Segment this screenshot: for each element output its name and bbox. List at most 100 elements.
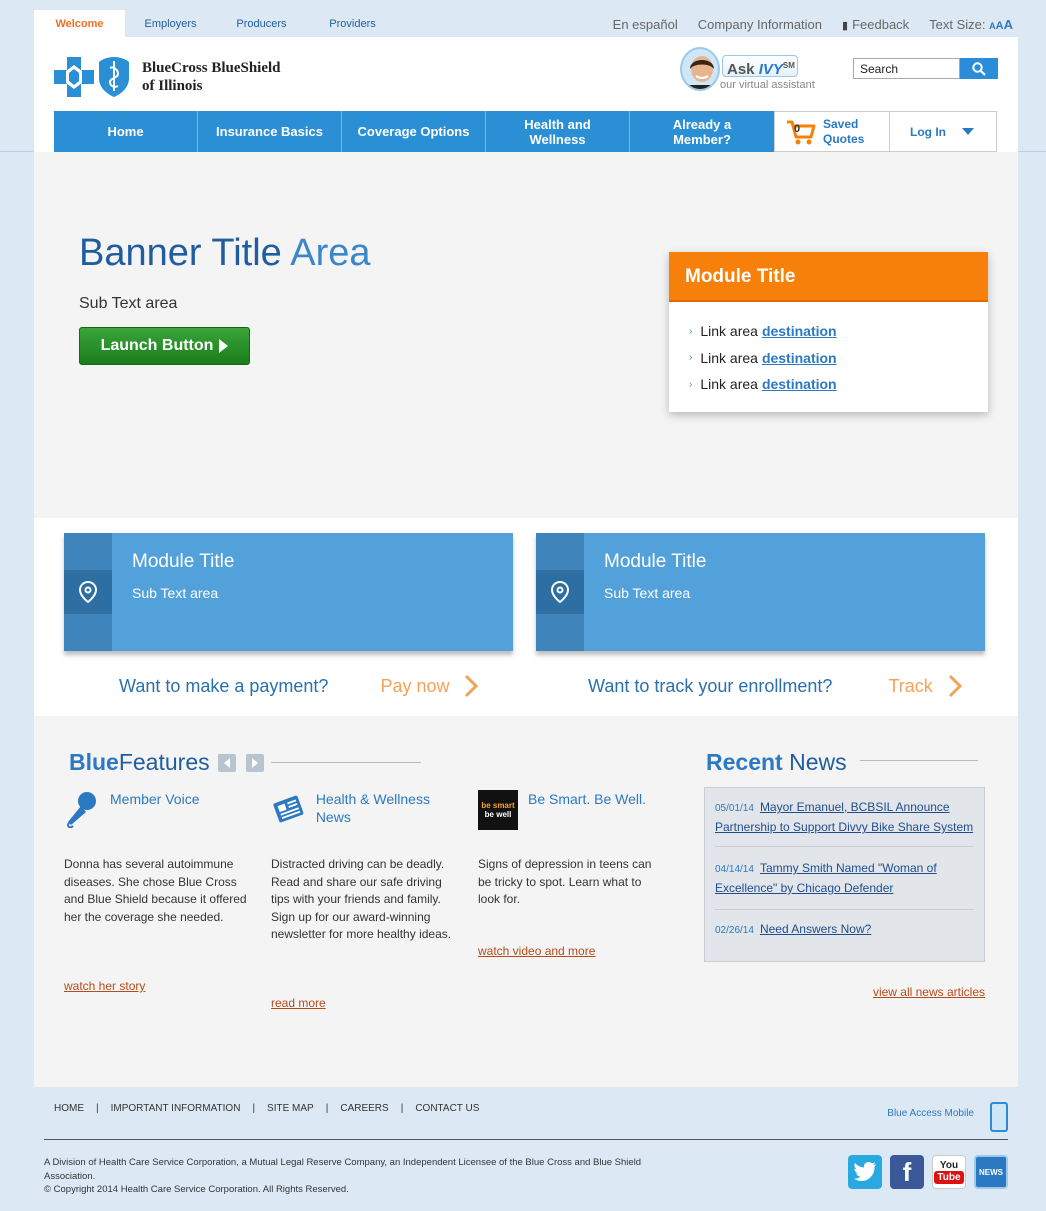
payment-cta: Want to make a payment? Pay now	[119, 674, 481, 698]
nav-already-a-member[interactable]: Already a Member?	[630, 111, 774, 152]
microphone-icon	[66, 792, 96, 828]
legal-text: A Division of Health Care Service Corpor…	[44, 1156, 684, 1197]
feature-item: Member Voice Donna has several autoimmun…	[64, 790, 249, 993]
chevron-right-icon	[465, 674, 479, 698]
pay-now-link[interactable]: Pay now	[380, 674, 481, 698]
payment-question: Want to make a payment?	[119, 675, 329, 696]
watch-video-link[interactable]: watch video and more	[478, 944, 595, 958]
nav-health-and-wellness[interactable]: Health and Wellness	[486, 111, 630, 152]
chevron-right-icon: ›	[689, 325, 693, 337]
tab-providers[interactable]: Providers	[307, 10, 398, 37]
feature-header: be smart be well Be Smart. Be Well.	[478, 790, 663, 830]
features-heading-rest: Features	[118, 749, 210, 775]
ivy-ask-label: Ask	[727, 61, 755, 78]
nav-coverage-options[interactable]: Coverage Options	[342, 111, 486, 152]
twitter-icon[interactable]	[848, 1155, 882, 1189]
news-link[interactable]: Need Answers Now?	[760, 922, 871, 936]
tab-producers[interactable]: Producers	[216, 10, 307, 37]
track-link[interactable]: Track	[888, 674, 964, 698]
chevron-down-icon	[962, 128, 974, 135]
logo-line-2: of Illinois	[142, 78, 203, 94]
ivy-name: IVY	[758, 61, 783, 78]
features-heading: Blue Features	[69, 749, 264, 776]
ivy-bubble: Ask IVYSM	[722, 55, 798, 78]
footer-separator: |	[252, 1103, 256, 1114]
search-icon	[972, 61, 986, 76]
features-next-button[interactable]	[245, 753, 264, 772]
view-all-news-link[interactable]: view all news articles	[873, 985, 985, 999]
feature-body: Distracted driving can be deadly. Read a…	[271, 857, 452, 941]
main-nav: Home Insurance Basics Coverage Options H…	[54, 111, 997, 152]
footer-link-home[interactable]: HOME	[54, 1103, 84, 1114]
legal-line-2: © Copyright 2014 Health Care Service Cor…	[44, 1184, 349, 1195]
legal-line-1: A Division of Health Care Service Corpor…	[44, 1157, 642, 1182]
module-link-destination[interactable]: destination	[762, 350, 837, 366]
features-divider	[271, 762, 421, 763]
text-size-medium[interactable]: A	[996, 20, 1004, 32]
module-link-destination[interactable]: destination	[762, 376, 837, 392]
facebook-icon[interactable]: f	[890, 1155, 924, 1189]
module-link-text: Link area	[700, 323, 758, 340]
news-divider	[860, 760, 978, 761]
tab-welcome[interactable]: Welcome	[34, 10, 125, 37]
feature-body: Signs of depression in teens can be tric…	[478, 857, 652, 906]
tab-employers[interactable]: Employers	[125, 10, 216, 37]
company-info-link[interactable]: Company Information	[698, 17, 822, 32]
features-heading-bold: Blue	[69, 749, 119, 775]
footer-link-careers[interactable]: CAREERS	[340, 1103, 388, 1114]
read-more-link[interactable]: read more	[271, 996, 326, 1010]
module-link-text: Link area	[700, 376, 758, 393]
news-date: 04/14/14	[715, 864, 754, 875]
nav-home[interactable]: Home	[54, 111, 198, 152]
location-pin-icon	[64, 570, 112, 614]
blue-shield-icon	[99, 57, 129, 97]
feature-item: be smart be well Be Smart. Be Well. Signs…	[478, 790, 663, 958]
module-link-item: › Link area destination	[689, 318, 988, 345]
footer-link-contact-us[interactable]: CONTACT US	[415, 1103, 479, 1114]
text-size-label: Text Size:	[929, 17, 986, 32]
enrollment-question: Want to track your enrollment?	[588, 675, 833, 696]
module-link-destination[interactable]: destination	[762, 323, 837, 339]
launch-button[interactable]: Launch Button	[79, 327, 250, 365]
module-title: Module Title	[132, 551, 235, 572]
blue-access-mobile-link[interactable]: Blue Access Mobile	[887, 1108, 974, 1119]
nav-insurance-basics[interactable]: Insurance Basics	[198, 111, 342, 152]
saved-quotes-button[interactable]: 0 Saved Quotes	[774, 111, 890, 152]
login-dropdown[interactable]: Log In	[890, 111, 997, 152]
module-card: Module Title › Link area destination › Link…	[669, 252, 988, 412]
news-icon[interactable]: NEWS	[974, 1155, 1008, 1189]
espanol-link[interactable]: En español	[613, 17, 678, 32]
chevron-right-icon: ›	[689, 352, 693, 364]
cart-count: 0	[794, 122, 801, 135]
play-arrow-icon	[219, 339, 229, 353]
news-item: 04/14/14 Tammy Smith Named "Woman of Exce…	[715, 846, 974, 909]
features-prev-button[interactable]	[217, 753, 236, 772]
feature-title[interactable]: Health & Wellness News	[316, 790, 456, 826]
page-body: Banner Title Area Sub Text area Launch B…	[34, 152, 1018, 1087]
ivy-avatar	[680, 47, 720, 91]
ask-ivy-widget[interactable]: Ask IVYSM our virtual assistant	[680, 45, 820, 95]
logo-line-2: be well	[484, 810, 512, 819]
bcbsil-logo[interactable]: BlueCross BlueShield of Illinois	[54, 56, 281, 98]
chevron-right-icon	[948, 674, 962, 698]
ivy-subtitle: our virtual assistant	[720, 79, 815, 91]
module-link-text: Link area	[700, 349, 758, 366]
footer-link-site-map[interactable]: SITE MAP	[267, 1103, 314, 1114]
text-size-large[interactable]: A	[1004, 17, 1013, 32]
youtube-icon[interactable]: You Tube	[932, 1155, 966, 1189]
footer-separator: |	[325, 1103, 329, 1114]
module-subtext: Sub Text area	[604, 585, 691, 601]
enrollment-module[interactable]: Module Title Sub Text area	[536, 533, 985, 651]
feature-title[interactable]: Be Smart. Be Well.	[528, 790, 646, 808]
feature-title[interactable]: Member Voice	[110, 790, 199, 808]
watch-her-story-link[interactable]: watch her story	[64, 979, 145, 993]
enrollment-cta: Want to track your enrollment? Track	[588, 674, 965, 698]
feature-body: Donna has several autoimmune diseases. S…	[64, 857, 247, 924]
newspaper-icon	[273, 795, 304, 823]
feedback-link[interactable]: ▮ Feedback	[842, 17, 909, 32]
mobile-phone-icon[interactable]	[990, 1102, 1008, 1132]
search-input[interactable]	[853, 58, 960, 79]
payment-module[interactable]: Module Title Sub Text area	[64, 533, 513, 651]
footer-link-important-information[interactable]: IMPORTANT INFORMATION	[111, 1103, 241, 1114]
search-button[interactable]	[960, 58, 998, 79]
